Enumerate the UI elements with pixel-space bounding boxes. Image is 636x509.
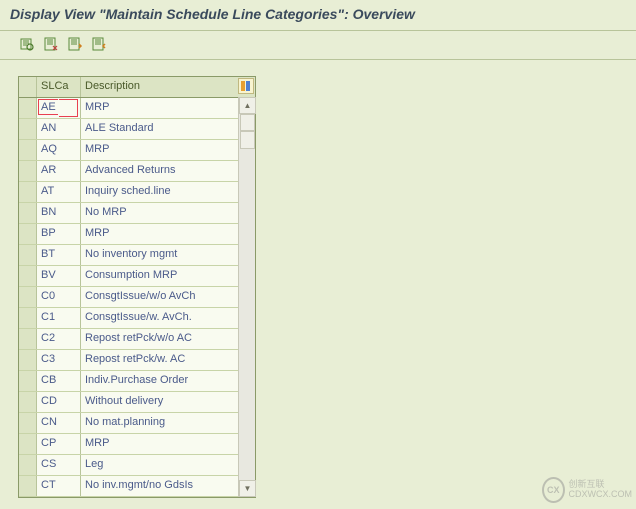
watermark-logo: CX — [542, 477, 565, 503]
toolbar-btn-2[interactable] — [42, 35, 60, 53]
table-body: AEMRPANALE StandardAQMRPARAdvanced Retur… — [19, 98, 255, 497]
table-row[interactable]: BNNo MRP — [19, 203, 255, 224]
row-selector[interactable] — [19, 308, 37, 328]
table-row[interactable]: AEMRP — [19, 98, 255, 119]
cell-slca: BV — [37, 266, 81, 286]
row-selector[interactable] — [19, 182, 37, 202]
cell-slca: AQ — [37, 140, 81, 160]
table-row[interactable]: ANALE Standard — [19, 119, 255, 140]
row-selector[interactable] — [19, 119, 37, 139]
table-row[interactable]: BVConsumption MRP — [19, 266, 255, 287]
table-row[interactable]: BTNo inventory mgmt — [19, 245, 255, 266]
row-selector[interactable] — [19, 98, 37, 118]
toolbar-btn-1[interactable] — [18, 35, 36, 53]
cell-description: Consumption MRP — [81, 266, 255, 286]
row-selector[interactable] — [19, 413, 37, 433]
row-selector[interactable] — [19, 434, 37, 454]
cell-description: No inventory mgmt — [81, 245, 255, 265]
row-selector[interactable] — [19, 392, 37, 412]
watermark-line2: CDXWCX.COM — [569, 490, 633, 500]
scroll-thumb[interactable] — [240, 131, 255, 149]
table-row[interactable]: CDWithout delivery — [19, 392, 255, 413]
row-selector[interactable] — [19, 203, 37, 223]
column-select-all[interactable] — [19, 77, 37, 97]
cell-slca: BP — [37, 224, 81, 244]
cell-slca: AR — [37, 161, 81, 181]
table-row[interactable]: BPMRP — [19, 224, 255, 245]
watermark: CX 创新互联 CDXWCX.COM — [542, 475, 632, 505]
cell-description: ALE Standard — [81, 119, 255, 139]
cell-description: No MRP — [81, 203, 255, 223]
column-header-slca[interactable]: SLCa — [37, 77, 81, 97]
row-selector[interactable] — [19, 455, 37, 475]
row-selector[interactable] — [19, 161, 37, 181]
cell-slca: AN — [37, 119, 81, 139]
cell-description: Indiv.Purchase Order — [81, 371, 255, 391]
cell-description: ConsgtIssue/w/o AvCh — [81, 287, 255, 307]
row-selector[interactable] — [19, 140, 37, 160]
cell-slca: CT — [37, 476, 81, 496]
table-row[interactable]: CTNo inv.mgmt/no GdsIs — [19, 476, 255, 497]
table-row[interactable]: CNNo mat.planning — [19, 413, 255, 434]
cell-description: Advanced Returns — [81, 161, 255, 181]
table-row[interactable]: AQMRP — [19, 140, 255, 161]
table-row[interactable]: C0ConsgtIssue/w/o AvCh — [19, 287, 255, 308]
table-row[interactable]: ARAdvanced Returns — [19, 161, 255, 182]
cell-slca: AE — [37, 98, 81, 118]
vertical-scrollbar[interactable]: ▲ ▼ — [238, 97, 255, 497]
column-header-description[interactable]: Description — [81, 77, 255, 97]
table-container: SLCa Description AEMRPANALE StandardAQMR… — [18, 76, 256, 498]
cell-slca: BT — [37, 245, 81, 265]
column-header-description-label: Description — [85, 80, 140, 92]
cell-slca: CP — [37, 434, 81, 454]
scroll-track-top — [240, 114, 255, 131]
row-selector[interactable] — [19, 371, 37, 391]
row-selector[interactable] — [19, 476, 37, 496]
toolbar-btn-4[interactable] — [90, 35, 108, 53]
cell-description: Inquiry sched.line — [81, 182, 255, 202]
cell-slca: C1 — [37, 308, 81, 328]
table-row[interactable]: CSLeg — [19, 455, 255, 476]
toolbar — [0, 30, 636, 60]
table-row[interactable]: C3Repost retPck/w. AC — [19, 350, 255, 371]
cell-slca: CD — [37, 392, 81, 412]
table-row[interactable]: C1ConsgtIssue/w. AvCh. — [19, 308, 255, 329]
watermark-text: 创新互联 CDXWCX.COM — [569, 480, 633, 500]
scroll-up-button[interactable]: ▲ — [239, 97, 256, 114]
cell-slca: CS — [37, 455, 81, 475]
cell-description: Repost retPck/w/o AC — [81, 329, 255, 349]
cell-slca: C3 — [37, 350, 81, 370]
cell-slca: AT — [37, 182, 81, 202]
row-selector[interactable] — [19, 287, 37, 307]
cell-slca: BN — [37, 203, 81, 223]
page-title: Display View "Maintain Schedule Line Cat… — [0, 0, 636, 30]
table-row[interactable]: CPMRP — [19, 434, 255, 455]
row-selector[interactable] — [19, 266, 37, 286]
row-selector[interactable] — [19, 245, 37, 265]
cell-description: Repost retPck/w. AC — [81, 350, 255, 370]
table-row[interactable]: CBIndiv.Purchase Order — [19, 371, 255, 392]
cell-description: MRP — [81, 434, 255, 454]
scroll-down-button[interactable]: ▼ — [239, 480, 256, 497]
row-selector[interactable] — [19, 224, 37, 244]
table-header: SLCa Description — [19, 77, 255, 98]
cell-slca: CB — [37, 371, 81, 391]
cell-description: MRP — [81, 98, 255, 118]
cell-slca: C0 — [37, 287, 81, 307]
toolbar-btn-3[interactable] — [66, 35, 84, 53]
cell-description: No mat.planning — [81, 413, 255, 433]
cell-description: Leg — [81, 455, 255, 475]
cell-slca: C2 — [37, 329, 81, 349]
cell-description: No inv.mgmt/no GdsIs — [81, 476, 255, 496]
cell-description: MRP — [81, 140, 255, 160]
column-config-icon[interactable] — [238, 78, 254, 94]
cell-description: Without delivery — [81, 392, 255, 412]
cell-description: MRP — [81, 224, 255, 244]
row-selector[interactable] — [19, 329, 37, 349]
row-selector[interactable] — [19, 350, 37, 370]
table-row[interactable]: ATInquiry sched.line — [19, 182, 255, 203]
cell-slca: CN — [37, 413, 81, 433]
table-row[interactable]: C2Repost retPck/w/o AC — [19, 329, 255, 350]
cell-description: ConsgtIssue/w. AvCh. — [81, 308, 255, 328]
